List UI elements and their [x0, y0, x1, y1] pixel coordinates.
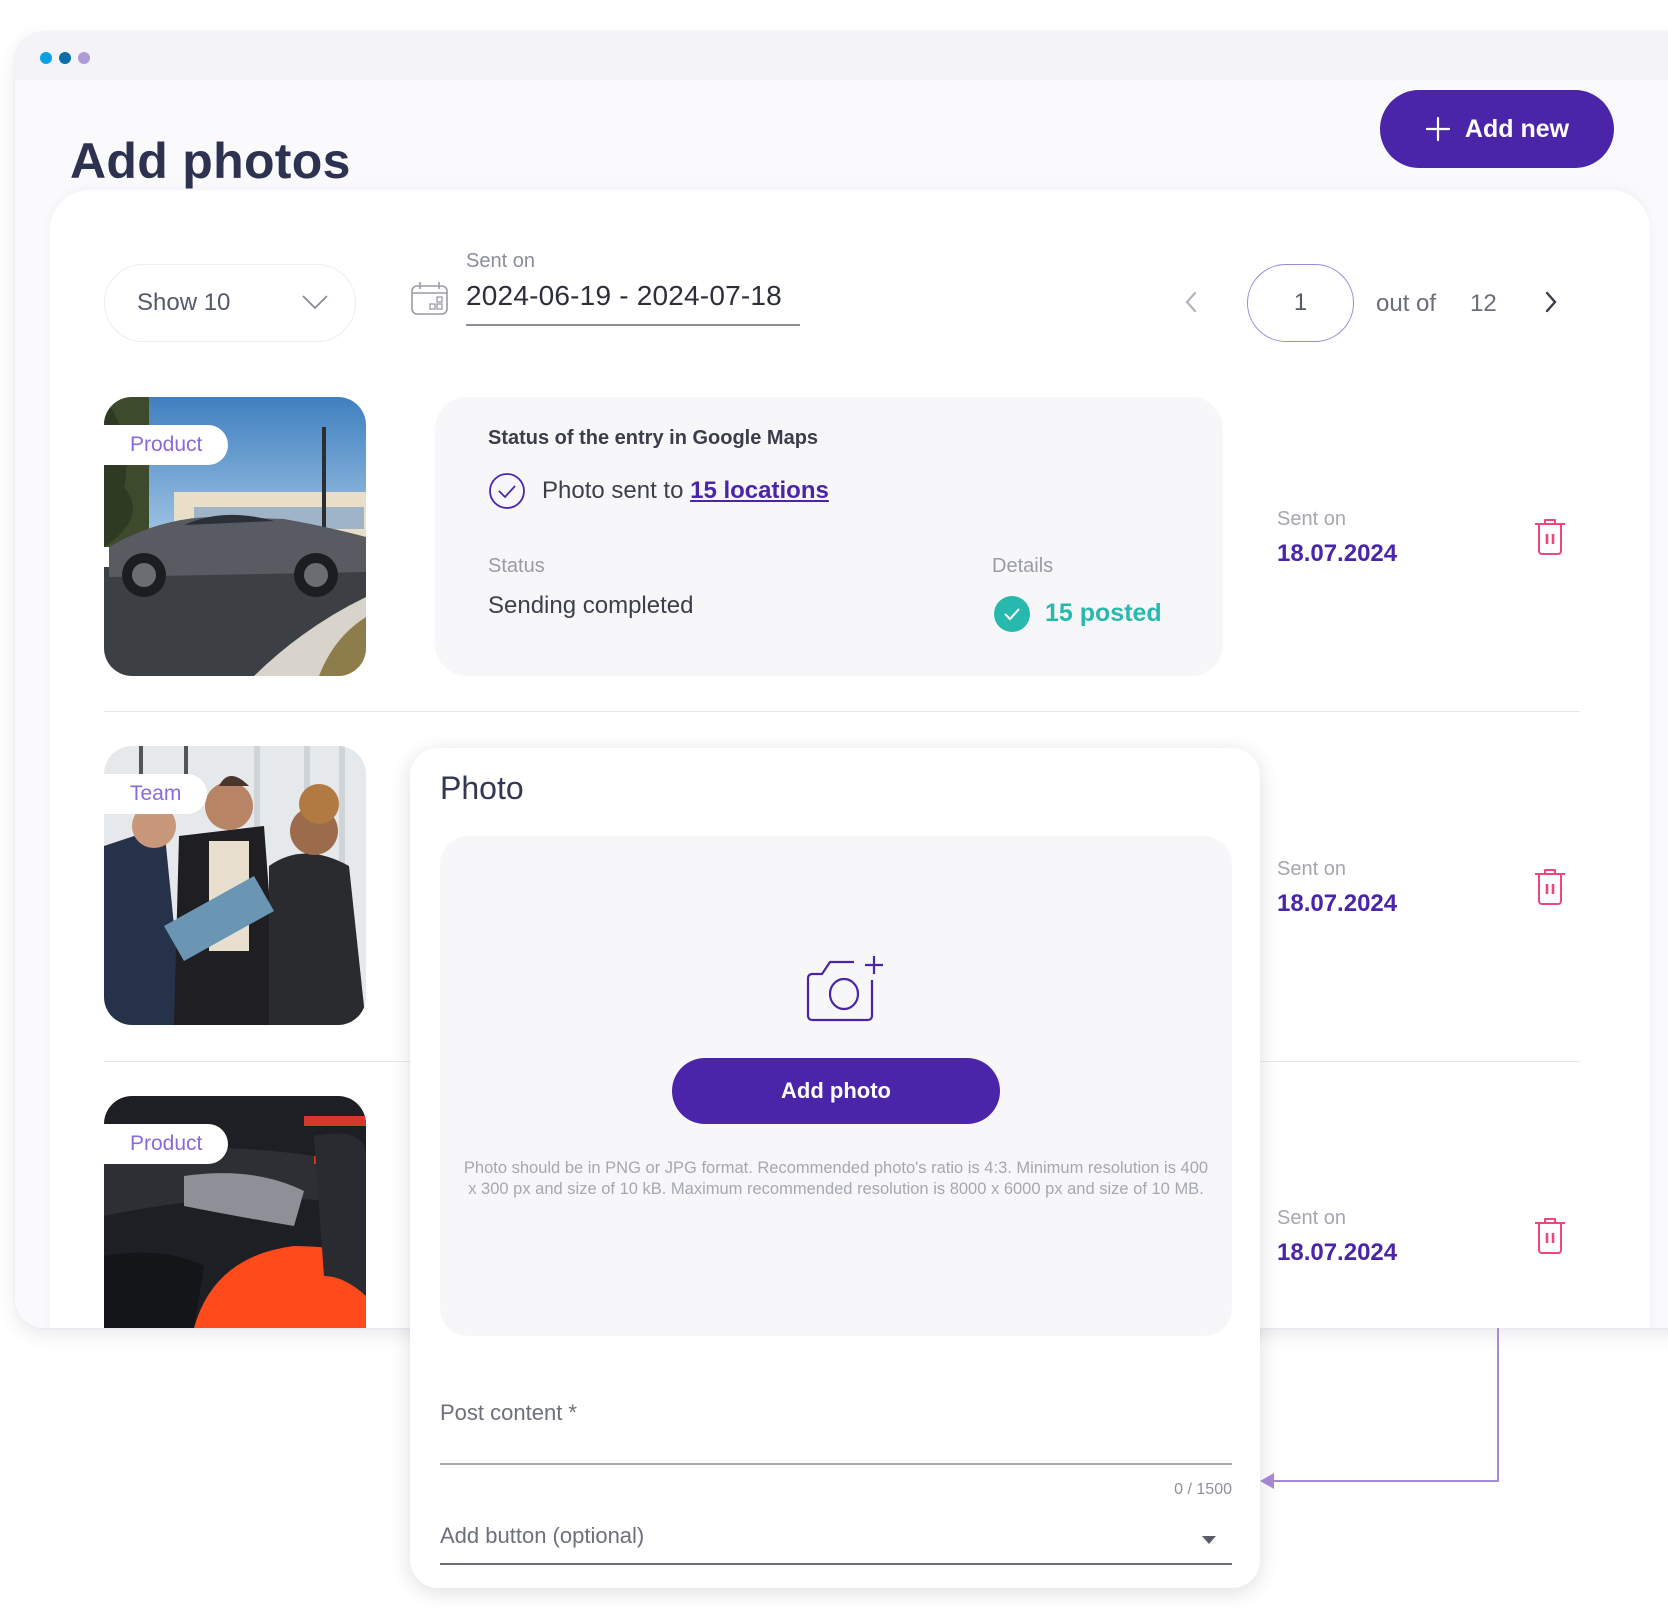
page-size-value: Show 10 [137, 289, 231, 316]
status-label: Status [488, 555, 545, 577]
add-new-button[interactable]: Add new [1380, 90, 1614, 168]
add-button-underline [440, 1563, 1232, 1565]
photo-upload-panel: Photo Add photo Photo should be in PNG o… [410, 748, 1260, 1588]
post-content-underline [440, 1463, 1232, 1465]
google-maps-status-card: Status of the entry in Google Maps Photo… [435, 397, 1223, 676]
trash-icon[interactable] [1533, 866, 1567, 906]
post-content-input[interactable]: Post content * [440, 1400, 577, 1426]
photo-dropzone[interactable]: Add photo Photo should be in PNG or JPG … [440, 836, 1232, 1336]
trash-icon[interactable] [1533, 1215, 1567, 1255]
photo-thumbnail[interactable]: Team [104, 746, 366, 1025]
window-dot-1 [40, 52, 52, 64]
post-content-counter: 0 / 1500 [1174, 1481, 1232, 1498]
window-dot-2 [59, 52, 71, 64]
trash-icon[interactable] [1533, 516, 1567, 556]
photo-panel-title: Photo [440, 770, 524, 806]
pagination-out-of-label: out of [1376, 290, 1437, 317]
add-button-select[interactable]: Add button (optional) [440, 1523, 644, 1549]
photo-sent-text: Photo sent to 15 locations [542, 477, 829, 505]
status-card-title: Status of the entry in Google Maps [488, 427, 819, 449]
photo-thumbnail[interactable]: Product [104, 397, 366, 676]
arrow-left-icon [1260, 1473, 1274, 1489]
row-divider [104, 711, 1580, 712]
sent-on-label: Sent on [1277, 1207, 1346, 1229]
photo-thumbnail[interactable]: Product [104, 1096, 366, 1328]
calendar-icon[interactable] [410, 280, 450, 316]
chevron-down-icon [302, 295, 328, 310]
window-titlebar [15, 32, 1668, 80]
sent-on-date: 18.07.2024 [1277, 540, 1398, 567]
page-size-select[interactable]: Show 10 [104, 264, 356, 342]
date-filter-label: Sent on [466, 250, 535, 272]
plus-icon [1425, 116, 1451, 142]
date-range-input[interactable]: 2024-06-19 - 2024-07-18 [466, 280, 782, 312]
page-title: Add photos [70, 133, 351, 189]
pagination-total-pages: 12 [1470, 290, 1497, 317]
photo-sent-prefix: Photo sent to [542, 477, 684, 504]
page-number-input[interactable]: 1 [1247, 264, 1354, 342]
chevron-right-icon[interactable] [1540, 288, 1562, 316]
connector-line-horizontal [1272, 1480, 1499, 1482]
locations-link[interactable]: 15 locations [690, 477, 829, 504]
add-camera-icon [806, 956, 883, 1022]
sent-on-date: 18.07.2024 [1277, 890, 1398, 917]
check-circle-icon [489, 473, 525, 509]
add-photo-button[interactable]: Add photo [672, 1058, 1000, 1124]
add-new-label: Add new [1464, 114, 1570, 143]
details-value: 15 posted [1045, 599, 1162, 627]
status-value: Sending completed [488, 592, 694, 619]
success-check-icon [994, 596, 1030, 632]
connector-line-vertical [1497, 1328, 1499, 1482]
sent-on-date: 18.07.2024 [1277, 1239, 1398, 1266]
category-tag: Team [104, 774, 208, 814]
category-tag: Product [104, 425, 229, 465]
window-dot-3 [78, 52, 90, 64]
category-tag: Product [104, 1124, 229, 1164]
date-range-underline [466, 324, 800, 326]
caret-down-icon[interactable] [1202, 1536, 1216, 1544]
details-label: Details [992, 555, 1054, 577]
photo-requirements-hint: Photo should be in PNG or JPG format. Re… [463, 1159, 1209, 1198]
chevron-left-icon[interactable] [1180, 288, 1202, 316]
sent-on-label: Sent on [1277, 508, 1346, 530]
sent-on-label: Sent on [1277, 858, 1346, 880]
